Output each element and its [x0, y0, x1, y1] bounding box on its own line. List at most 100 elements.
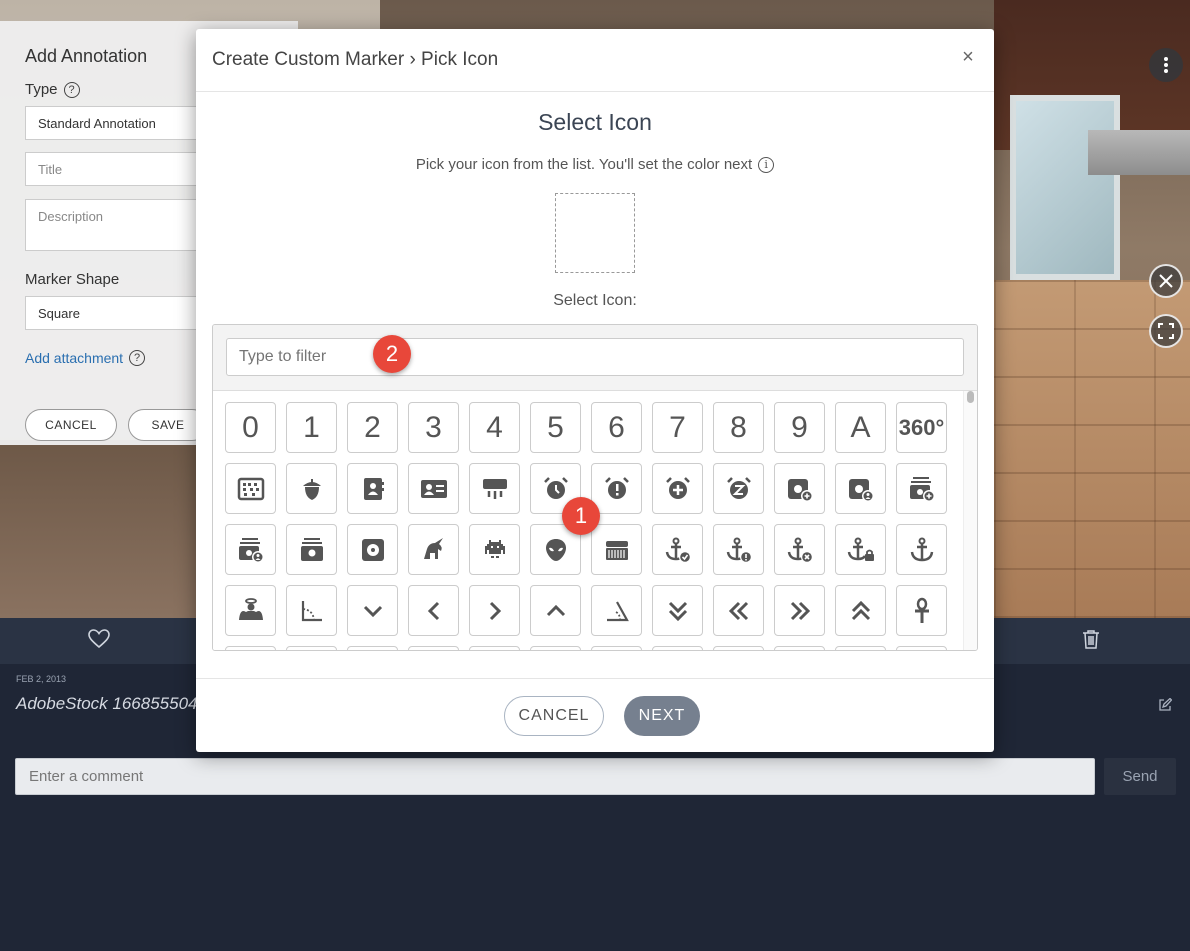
icon-option-angles-left[interactable] [713, 585, 764, 636]
anchor-circle-exclamation-icon [726, 537, 752, 563]
icon-option-angle-90[interactable] [286, 585, 337, 636]
heart-icon[interactable] [88, 629, 110, 654]
icon-option-angle-down[interactable] [347, 585, 398, 636]
icon-option-alarm-exclamation[interactable] [591, 463, 642, 514]
filter-bar [213, 325, 977, 391]
icon-option[interactable] [774, 646, 825, 650]
icon-option-glyph: 360° [898, 414, 945, 440]
icon-option-address-card[interactable] [408, 463, 459, 514]
icon-option[interactable] [347, 646, 398, 650]
icon-option-ankh[interactable] [896, 585, 947, 636]
icon-option[interactable]: 3 [408, 402, 459, 453]
angles-up-icon [851, 600, 870, 620]
icon-option-angles-down[interactable] [652, 585, 703, 636]
icon-option[interactable]: 8 [713, 402, 764, 453]
annotation-cancel-button[interactable]: CANCEL [25, 409, 117, 441]
icon-option[interactable]: 9 [774, 402, 825, 453]
icon-option[interactable] [896, 646, 947, 650]
icon-option[interactable] [530, 646, 581, 650]
angel-icon [238, 597, 263, 620]
next-button[interactable]: NEXT [624, 696, 700, 736]
album-collection-circle-user-icon [238, 537, 264, 563]
instructions: Pick your icon from the list. You'll set… [196, 156, 994, 173]
icon-option-anchor-circle-check[interactable] [652, 524, 703, 575]
info-icon[interactable]: i [758, 156, 775, 173]
icon-option-angles-right[interactable] [774, 585, 825, 636]
icon-option-acorn[interactable] [286, 463, 337, 514]
icon-option[interactable]: 4 [469, 402, 520, 453]
icon-option-accordion[interactable] [591, 524, 642, 575]
icon-option-anchor-circle-exclamation[interactable] [713, 524, 764, 575]
icon-option-anchor-circle-xmark[interactable] [774, 524, 825, 575]
fullscreen-button[interactable] [1149, 314, 1183, 348]
icon-option-angle-left[interactable] [408, 585, 459, 636]
icon-option-anchor-lock[interactable] [835, 524, 886, 575]
icon-option[interactable]: 2 [347, 402, 398, 453]
icon-option-glyph: 0 [242, 410, 259, 444]
abacus-icon [237, 477, 264, 500]
icon-option[interactable] [469, 646, 520, 650]
help-icon[interactable]: ? [63, 81, 80, 98]
icon-option[interactable]: 7 [652, 402, 703, 453]
icon-option-album-circle-plus[interactable] [774, 463, 825, 514]
scrollbar-thumb[interactable] [967, 391, 974, 403]
icon-option-glyph: 9 [791, 410, 808, 444]
icon-option[interactable]: 5 [530, 402, 581, 453]
dialog-header: Create Custom Marker › Pick Icon × [196, 29, 994, 92]
angle-icon [606, 600, 629, 621]
icon-option-glyph: 2 [364, 410, 381, 444]
trash-icon[interactable] [1082, 629, 1100, 654]
icon-option-album-collection-circle-user[interactable] [225, 524, 276, 575]
acorn-icon [302, 478, 321, 500]
angle-down-icon [363, 605, 382, 617]
icon-option[interactable] [591, 646, 642, 650]
icon-option-abacus[interactable] [225, 463, 276, 514]
angle-90-icon [301, 600, 322, 621]
icon-option-album-circle-user[interactable] [835, 463, 886, 514]
icon-option[interactable]: 360° [896, 402, 947, 453]
help-icon[interactable]: ? [129, 350, 146, 366]
filter-input[interactable] [226, 338, 964, 376]
close-icon[interactable]: × [958, 46, 978, 68]
icon-option-album[interactable] [347, 524, 398, 575]
close-viewer-button[interactable] [1149, 264, 1183, 298]
icon-option-address-book[interactable] [347, 463, 398, 514]
anchor-circle-check-icon [665, 537, 691, 563]
icon-option-angle-up[interactable] [530, 585, 581, 636]
icon-option-alarm-snooze[interactable] [713, 463, 764, 514]
icon-option-glyph: 6 [608, 410, 625, 444]
icon-option[interactable]: 6 [591, 402, 642, 453]
icon-option[interactable]: 0 [225, 402, 276, 453]
icon-option[interactable] [713, 646, 764, 650]
cancel-button[interactable]: CANCEL [504, 696, 604, 736]
icon-preview [555, 193, 635, 273]
icon-option-air-conditioner[interactable] [469, 463, 520, 514]
edit-icon[interactable] [1158, 697, 1173, 717]
icon-option[interactable] [225, 646, 276, 650]
album-collection-circle-plus-icon [909, 476, 935, 502]
icon-option-angel[interactable] [225, 585, 276, 636]
icon-option-glyph: 1 [303, 410, 320, 444]
icon-option[interactable]: A [835, 402, 886, 453]
icon-option[interactable] [835, 646, 886, 650]
icon-option[interactable] [652, 646, 703, 650]
air-conditioner-icon [482, 478, 507, 499]
icon-option-album-collection[interactable] [286, 524, 337, 575]
icon-option[interactable] [286, 646, 337, 650]
icon-option-angles-up[interactable] [835, 585, 886, 636]
scrollbar[interactable] [963, 391, 977, 650]
callout-badge-1: 1 [562, 497, 600, 535]
icon-option[interactable]: 1 [286, 402, 337, 453]
icon-option[interactable] [408, 646, 459, 650]
icon-option-angle[interactable] [591, 585, 642, 636]
icon-option-alarm-plus[interactable] [652, 463, 703, 514]
icon-option-angle-right[interactable] [469, 585, 520, 636]
icon-option-anchor[interactable] [896, 524, 947, 575]
send-button[interactable]: Send [1104, 758, 1176, 795]
icon-option-glyph: 4 [486, 410, 503, 444]
icon-option-album-collection-circle-plus[interactable] [896, 463, 947, 514]
more-options-button[interactable] [1149, 48, 1183, 82]
icon-option-alicorn[interactable] [408, 524, 459, 575]
comment-input[interactable]: Enter a comment [15, 758, 1095, 795]
icon-option-alien-8bit[interactable] [469, 524, 520, 575]
